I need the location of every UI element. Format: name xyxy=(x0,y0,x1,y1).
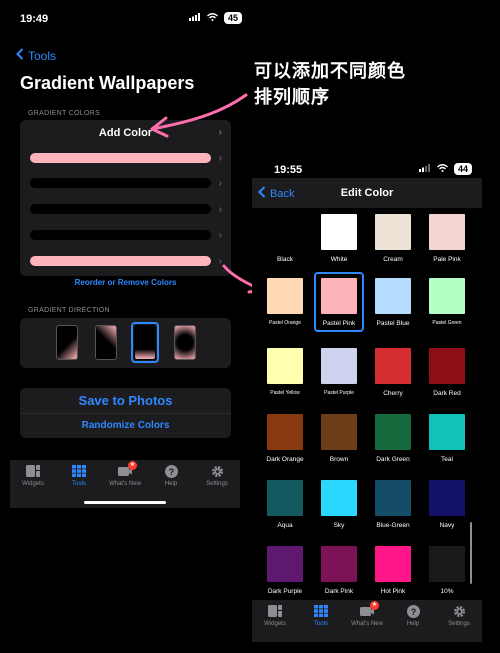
status-icons: 44 xyxy=(418,163,472,175)
widgets-icon xyxy=(268,605,282,617)
color-name: Pastel Yellow xyxy=(270,390,300,396)
color-option[interactable]: 10% xyxy=(424,546,470,595)
tab-help[interactable]: ? Help xyxy=(390,600,436,642)
color-name: Pale Pink xyxy=(433,256,461,263)
color-option[interactable]: Cherry xyxy=(370,348,416,397)
color-name: Dark Pink xyxy=(324,588,354,595)
whats-new-icon: ★ xyxy=(360,601,379,617)
color-grid: Black White Cream Pale Pink Pastel Orange Pas… xyxy=(252,208,482,600)
color-option[interactable]: Dark Red xyxy=(424,348,470,397)
color-name: Pastel Orange xyxy=(269,320,301,326)
color-option[interactable]: Pastel Orange xyxy=(262,278,308,326)
tab-label: Tools xyxy=(313,621,328,627)
color-name: Cherry xyxy=(383,390,403,397)
color-swatch xyxy=(321,214,357,250)
help-icon: ? xyxy=(406,604,420,618)
color-swatch xyxy=(375,414,411,450)
color-name: Pastel Blue xyxy=(376,320,410,327)
color-option[interactable]: Pastel Pink xyxy=(314,272,364,332)
color-swatch xyxy=(267,278,303,314)
color-name: Black xyxy=(277,256,293,263)
tab-tools[interactable]: Tools xyxy=(298,600,344,642)
status-time: 19:55 xyxy=(274,164,303,176)
color-option[interactable]: Dark Purple xyxy=(262,546,308,595)
color-name: Cream xyxy=(383,256,403,263)
battery-icon: 44 xyxy=(453,163,472,175)
tab-label: Widgets xyxy=(264,621,286,627)
color-name: 10% xyxy=(440,588,454,595)
color-swatch xyxy=(375,348,411,384)
color-swatch xyxy=(375,480,411,516)
tab-label: Help xyxy=(406,621,420,627)
color-option[interactable]: Brown xyxy=(316,414,362,463)
color-swatch xyxy=(429,214,465,250)
color-name: Pastel Green xyxy=(432,320,462,326)
tab-bar: Widgets Tools ★ What's New ? Help Settin… xyxy=(252,600,482,642)
color-swatch xyxy=(267,414,303,450)
color-option[interactable]: Pastel Blue xyxy=(370,278,416,327)
color-option[interactable]: Pale Pink xyxy=(424,214,470,263)
color-option[interactable]: Hot Pink xyxy=(370,546,416,595)
nav-bar: Back Edit Color xyxy=(252,178,482,208)
color-swatch xyxy=(375,278,411,314)
color-swatch xyxy=(429,546,465,582)
color-swatch xyxy=(321,546,357,582)
color-name: Aqua xyxy=(277,522,293,529)
color-swatch xyxy=(375,546,411,582)
signal-icon xyxy=(418,163,431,175)
color-swatch xyxy=(267,546,303,582)
color-name: Navy xyxy=(439,522,455,529)
color-name: Dark Red xyxy=(433,390,461,397)
color-option[interactable]: Pastel Green xyxy=(424,278,470,326)
right-phone-screen: 19:55 44 Back Edit Color Black White Cream… xyxy=(252,152,482,650)
color-swatch xyxy=(429,414,465,450)
settings-gear-icon xyxy=(452,605,466,617)
color-name: Pastel Purple xyxy=(324,390,354,396)
color-swatch xyxy=(375,214,411,250)
color-swatch xyxy=(429,278,465,314)
color-option[interactable]: Navy xyxy=(424,480,470,529)
color-swatch xyxy=(321,480,357,516)
color-option[interactable]: Dark Orange xyxy=(262,414,308,463)
tab-widgets[interactable]: Widgets xyxy=(252,600,298,642)
wifi-icon xyxy=(437,163,448,175)
color-option[interactable]: Dark Green xyxy=(370,414,416,463)
selected-color-ring xyxy=(314,272,364,332)
color-name: White xyxy=(330,256,348,263)
color-option[interactable]: Pastel Yellow xyxy=(262,348,308,396)
color-name: Sky xyxy=(333,522,345,529)
color-swatch xyxy=(429,480,465,516)
color-option[interactable]: Pastel Purple xyxy=(316,348,362,396)
color-swatch xyxy=(321,414,357,450)
color-option[interactable]: White xyxy=(316,214,362,263)
svg-text:?: ? xyxy=(410,607,416,617)
color-option[interactable]: Aqua xyxy=(262,480,308,529)
tab-label: What's New xyxy=(351,621,383,627)
color-swatch xyxy=(267,348,303,384)
color-swatch xyxy=(321,348,357,384)
color-option[interactable]: Dark Pink xyxy=(316,546,362,595)
nav-title: Edit Color xyxy=(340,187,394,199)
color-name: Dark Purple xyxy=(267,588,303,595)
color-option[interactable]: Cream xyxy=(370,214,416,263)
color-swatch xyxy=(429,348,465,384)
tools-grid-icon xyxy=(314,605,328,617)
tab-label: Settings xyxy=(448,621,470,627)
color-swatch xyxy=(267,480,303,516)
color-option[interactable]: Sky xyxy=(316,480,362,529)
color-name: Blue-Green xyxy=(376,522,410,529)
color-option[interactable]: Teal xyxy=(424,414,470,463)
color-name: Brown xyxy=(329,456,349,463)
color-name: Teal xyxy=(441,456,453,463)
tab-whats-new[interactable]: ★ What's New xyxy=(344,600,390,642)
color-name: Hot Pink xyxy=(380,588,406,595)
scrollbar[interactable] xyxy=(470,522,472,584)
color-option[interactable]: Black xyxy=(262,214,308,263)
badge-star-icon: ★ xyxy=(370,601,379,610)
color-option[interactable]: Blue-Green xyxy=(370,480,416,529)
tab-settings[interactable]: Settings xyxy=(436,600,482,642)
color-name: Dark Green xyxy=(376,456,410,463)
color-swatch xyxy=(267,214,303,250)
color-name: Dark Orange xyxy=(266,456,304,463)
